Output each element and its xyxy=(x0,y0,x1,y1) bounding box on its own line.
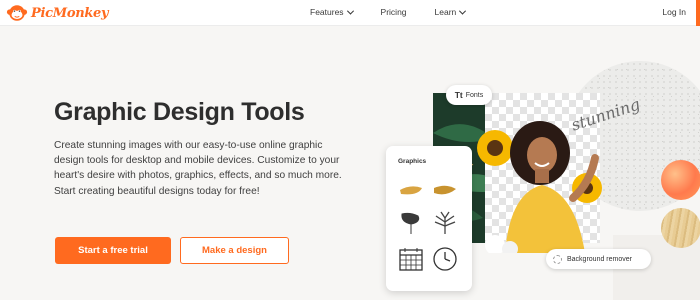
text-tool-icon: Tt xyxy=(454,90,463,100)
nav-item-label: Learn xyxy=(434,7,457,17)
nav-item-features[interactable]: Features xyxy=(310,7,354,17)
hero-collage: stunning Tt Fonts Graphics Background re… xyxy=(380,55,700,300)
nav-item-learn[interactable]: Learn xyxy=(434,7,467,17)
monkey-logo-icon xyxy=(6,5,28,21)
nav-item-pricing[interactable]: Pricing xyxy=(381,7,407,17)
brand-name: PicMonkey xyxy=(31,5,109,21)
wood-texture-swatch xyxy=(661,208,700,248)
monstera-leaf-icon xyxy=(401,212,420,234)
gold-brushstroke-icon xyxy=(400,186,422,195)
clock-icon xyxy=(433,247,457,271)
chevron-down-icon xyxy=(346,7,354,15)
top-nav: PicMonkey Features Pricing Learn Log In xyxy=(0,0,700,26)
background-remover-label: Background remover xyxy=(567,255,632,263)
fonts-chip-label: Fonts xyxy=(465,91,484,99)
nav-item-label: Features xyxy=(310,7,344,17)
login-link[interactable]: Log In xyxy=(662,7,686,17)
fonts-chip[interactable]: Tt Fonts xyxy=(446,85,492,105)
main-nav-links: Features Pricing Learn xyxy=(310,7,467,17)
nav-accent-edge xyxy=(696,0,700,26)
calendar-icon xyxy=(399,248,423,271)
orange-gradient-swatch xyxy=(661,160,700,200)
chevron-down-icon xyxy=(459,7,467,15)
hero-description: Create stunning images with our easy-to-… xyxy=(54,140,342,197)
woman-with-sunflowers-photo xyxy=(477,121,602,253)
graphics-card-label: Graphics xyxy=(398,158,427,165)
start-free-trial-button[interactable]: Start a free trial xyxy=(55,237,171,264)
graphics-card[interactable]: Graphics xyxy=(386,146,472,291)
background-remover-icon xyxy=(553,254,562,264)
nav-item-label: Pricing xyxy=(380,7,407,17)
make-a-design-button[interactable]: Make a design xyxy=(180,237,289,264)
gold-brushstroke-icon xyxy=(434,185,456,195)
page-title: Graphic Design Tools xyxy=(54,98,305,126)
brand-logo[interactable]: PicMonkey xyxy=(6,2,109,24)
background-remover-chip[interactable]: Background remover xyxy=(546,249,651,269)
palm-leaf-icon xyxy=(434,211,456,234)
